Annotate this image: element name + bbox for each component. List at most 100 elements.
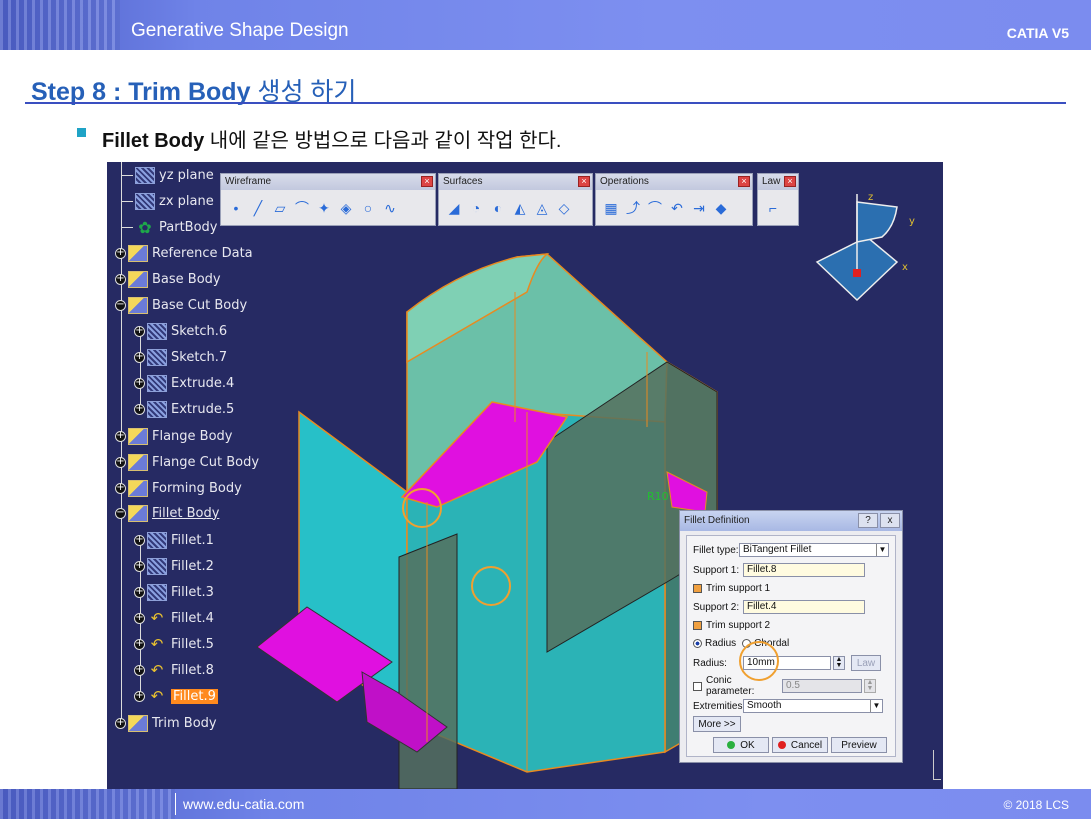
conic-parameter-field[interactable]: 0.5: [782, 679, 862, 693]
radius-field[interactable]: 10mm: [743, 656, 831, 670]
tree-item-fillet-1[interactable]: + Fillet.1: [134, 530, 214, 550]
product-name: CATIA V5: [1006, 25, 1069, 41]
extrapolate-icon[interactable]: ◆: [712, 199, 730, 217]
point-icon[interactable]: •: [227, 199, 245, 217]
extremities-select[interactable]: Smooth ▼: [743, 699, 883, 713]
toolbar-wireframe[interactable]: Wireframe × • ╱ ▱ ⌒ ✦ ◈ ○ ∿: [220, 173, 436, 226]
support-1-field[interactable]: Fillet.8: [743, 563, 865, 577]
revolve-icon[interactable]: ◔: [467, 199, 485, 217]
tree-item-fillet-4[interactable]: + ↶ Fillet.4: [134, 608, 214, 628]
tree-item-extrude-4[interactable]: + Extrude.4: [134, 373, 234, 393]
toolbar-surfaces[interactable]: Surfaces × ◢ ◔ ◐ ◭ ◬ ◇: [438, 173, 593, 226]
toolbar-operations[interactable]: Operations × ▦ ⤴ ⌒ ↶ ⇥ ◆: [595, 173, 753, 226]
body-icon: [128, 504, 148, 522]
help-button[interactable]: ?: [858, 513, 878, 528]
fill-icon[interactable]: ◬: [533, 199, 551, 217]
intersection-icon[interactable]: ✦: [315, 199, 333, 217]
fillet-definition-dialog[interactable]: Fillet Definition ? x Fillet type: BiTan…: [679, 510, 903, 763]
close-icon[interactable]: ×: [421, 176, 433, 187]
axis-y-label: y: [909, 216, 915, 227]
chevron-down-icon: ▼: [870, 700, 882, 712]
extrude-icon: [147, 374, 167, 392]
surface-icon: [147, 531, 167, 549]
blend-icon[interactable]: ◇: [555, 199, 573, 217]
specification-tree[interactable]: yz plane zx plane ✿ PartBody + Reference D…: [107, 162, 377, 789]
spline-icon[interactable]: ∿: [381, 199, 399, 217]
ok-button[interactable]: OK: [713, 737, 769, 753]
tree-item-partbody[interactable]: ✿ PartBody: [121, 217, 217, 237]
tree-item-extrude-5[interactable]: + Extrude.5: [134, 399, 234, 419]
plane-icon: [135, 192, 155, 210]
chordal-radio[interactable]: [742, 638, 752, 648]
law-curve-icon[interactable]: ⌐: [764, 199, 782, 217]
axis-x-label: x: [902, 262, 908, 273]
tree-item-fillet-5[interactable]: + ↶ Fillet.5: [134, 634, 214, 654]
tree-item-fillet-3[interactable]: + Fillet.3: [134, 582, 214, 602]
body-icon: [128, 479, 148, 497]
body-icon: [128, 453, 148, 471]
conic-parameter-checkbox[interactable]: [693, 681, 702, 691]
close-icon[interactable]: ×: [784, 176, 796, 187]
close-icon[interactable]: ×: [738, 176, 750, 187]
cancel-button[interactable]: Cancel: [772, 737, 828, 753]
trim-support-2-label: Trim support 2: [706, 619, 771, 631]
close-button[interactable]: x: [880, 513, 900, 528]
fillet-icon[interactable]: ↶: [668, 199, 686, 217]
extract-icon[interactable]: ⌒: [646, 199, 664, 217]
more-button[interactable]: More >>: [693, 716, 741, 732]
dark-plane-lower: [398, 533, 458, 789]
gear-icon: ✿: [138, 217, 152, 237]
line-icon[interactable]: ╱: [249, 199, 267, 217]
toolbar-law[interactable]: Law × ⌐: [757, 173, 799, 226]
tree-item-sketch-6[interactable]: + Sketch.6: [134, 321, 227, 341]
split-icon[interactable]: ⤴: [624, 199, 642, 217]
fillet-icon: ↶: [150, 686, 164, 705]
preview-button[interactable]: Preview: [831, 737, 887, 753]
sphere-icon[interactable]: ◐: [489, 199, 507, 217]
extrude-icon[interactable]: ◢: [445, 199, 463, 217]
footer-band: www.edu-catia.com © 2018 LCS: [0, 789, 1091, 819]
tree-item-reference-data[interactable]: + Reference Data: [115, 243, 253, 263]
tree-item-trim-body[interactable]: + Trim Body: [115, 713, 217, 733]
radius-radio[interactable]: [693, 638, 702, 648]
tree-item-fillet-2[interactable]: + Fillet.2: [134, 556, 214, 576]
sketch-icon: [147, 348, 167, 366]
radius-spinner[interactable]: ▲ ▼: [833, 656, 845, 670]
trim-support-2-checkbox[interactable]: [693, 620, 702, 630]
conic-parameter-label: Conic parameter:: [706, 675, 755, 697]
offset-icon[interactable]: ◈: [337, 199, 355, 217]
tree-item-fillet-8[interactable]: + ↶ Fillet.8: [134, 660, 214, 680]
law-button[interactable]: Law: [851, 655, 881, 671]
plane-icon: [135, 166, 155, 184]
close-icon[interactable]: ×: [578, 176, 590, 187]
tree-item-sketch-7[interactable]: + Sketch.7: [134, 347, 227, 367]
header-decoration: [0, 0, 120, 50]
tree-item-flange-cut-body[interactable]: + Flange Cut Body: [115, 452, 259, 472]
tree-item-base-body[interactable]: + Base Body: [115, 269, 221, 289]
body-icon: [128, 244, 148, 262]
sweep-icon[interactable]: ◭: [511, 199, 529, 217]
tree-item-base-cut-body[interactable]: − Base Cut Body: [115, 295, 247, 315]
trim-support-1-checkbox[interactable]: [693, 583, 702, 593]
tree-item-fillet-body[interactable]: − Fillet Body: [115, 503, 219, 523]
conic-spinner[interactable]: ▲ ▼: [864, 679, 876, 693]
plane-icon[interactable]: ▱: [271, 199, 289, 217]
tree-item-yz-plane[interactable]: yz plane: [121, 165, 214, 185]
support-2-field[interactable]: Fillet.4: [743, 600, 865, 614]
toolbar-surfaces-title: Surfaces: [443, 176, 483, 187]
transform-icon[interactable]: ⇥: [690, 199, 708, 217]
circle-icon[interactable]: ○: [359, 199, 377, 217]
compass-icon[interactable]: z y x: [812, 182, 922, 302]
tree-item-flange-body[interactable]: + Flange Body: [115, 426, 233, 446]
projection-icon[interactable]: ⌒: [293, 199, 311, 217]
fillet-type-select[interactable]: BiTangent Fillet ▼: [739, 543, 889, 557]
tree-item-forming-body[interactable]: + Forming Body: [115, 478, 242, 498]
mini-axis-icon: [933, 750, 941, 780]
join-icon[interactable]: ▦: [602, 199, 620, 217]
footer-decoration: [0, 789, 175, 819]
radius-label: Radius:: [693, 657, 727, 669]
bullet-rest: 내에 같은 방법으로 다음과 같이 작업 한다.: [204, 130, 562, 152]
tree-item-zx-plane[interactable]: zx plane: [121, 191, 214, 211]
trim-support-1-label: Trim support 1: [706, 582, 771, 594]
tree-item-fillet-9[interactable]: + ↶ Fillet.9: [134, 686, 218, 706]
